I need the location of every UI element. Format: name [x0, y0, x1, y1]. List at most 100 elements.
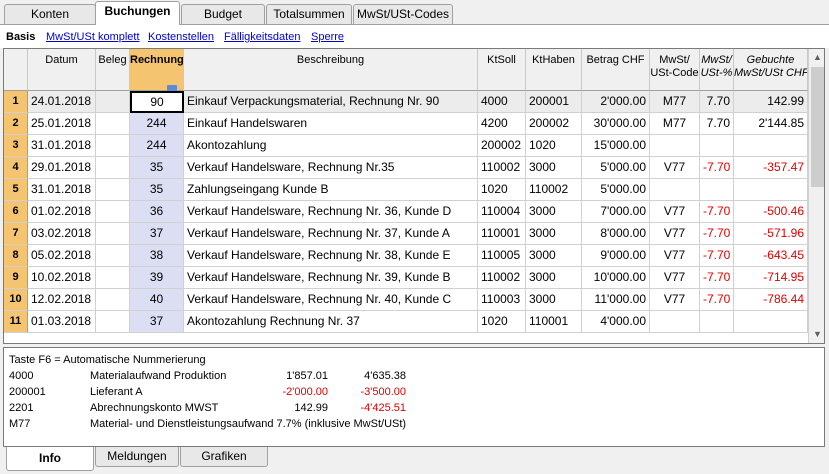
cell-mwst-code[interactable]: V77 [650, 289, 700, 311]
cell-betrag[interactable]: 9'000.00 [582, 245, 650, 267]
cell-mwst-code[interactable]: M77 [650, 91, 700, 113]
tab-mwst-codes[interactable]: MwSt/USt-Codes [353, 4, 453, 24]
cell-rechnung[interactable]: 244 [130, 113, 184, 135]
cell-betrag[interactable]: 30'000.00 [582, 113, 650, 135]
scroll-down-icon[interactable]: ▼ [809, 326, 824, 343]
cell-gebuchte-mwst[interactable] [734, 311, 808, 333]
cell-datum[interactable]: 31.01.2018 [28, 135, 96, 157]
cell-beschreibung[interactable]: Verkauf Handelsware, Rechnung Nr. 37, Ku… [184, 223, 478, 245]
column-header-gebuchte-mwst[interactable]: Gebuchte MwSt/USt CHF [734, 49, 808, 91]
cell-mwst-code[interactable]: V77 [650, 201, 700, 223]
cell-mwst-pct[interactable] [700, 179, 734, 201]
row-number[interactable]: 3 [4, 135, 28, 157]
cell-betrag[interactable]: 15'000.00 [582, 135, 650, 157]
cell-rechnung[interactable]: 35 [130, 179, 184, 201]
cell-kthaben[interactable]: 3000 [526, 157, 582, 179]
row-number[interactable]: 9 [4, 267, 28, 289]
cell-gebuchte-mwst[interactable]: -714.95 [734, 267, 808, 289]
cell-beschreibung[interactable]: Verkauf Handelsware, Rechnung Nr. 38, Ku… [184, 245, 478, 267]
cell-datum[interactable]: 10.02.2018 [28, 267, 96, 289]
cell-datum[interactable]: 25.01.2018 [28, 113, 96, 135]
cell-beschreibung[interactable]: Verkauf Handelsware, Rechnung Nr. 39, Ku… [184, 267, 478, 289]
column-header-datum[interactable]: Datum [28, 49, 96, 91]
cell-betrag[interactable]: 10'000.00 [582, 267, 650, 289]
cell-gebuchte-mwst[interactable]: -357.47 [734, 157, 808, 179]
cell-kthaben[interactable]: 200001 [526, 91, 582, 113]
cell-mwst-code[interactable] [650, 135, 700, 157]
cell-datum[interactable]: 01.03.2018 [28, 311, 96, 333]
cell-kthaben[interactable]: 110001 [526, 311, 582, 333]
cell-beleg[interactable] [96, 91, 130, 113]
cell-beleg[interactable] [96, 289, 130, 311]
cell-ktsoll[interactable]: 110001 [478, 223, 526, 245]
cell-beleg[interactable] [96, 179, 130, 201]
transactions-table[interactable]: Datum Beleg Rechnung Beschreibung KtSoll… [3, 48, 825, 344]
cell-ktsoll[interactable]: 200002 [478, 135, 526, 157]
cell-mwst-pct[interactable] [700, 135, 734, 157]
cell-beleg[interactable] [96, 135, 130, 157]
cell-ktsoll[interactable]: 4200 [478, 113, 526, 135]
row-number[interactable]: 6 [4, 201, 28, 223]
cell-rechnung[interactable]: 39 [130, 267, 184, 289]
tab-buchungen[interactable]: Buchungen [95, 1, 180, 25]
cell-datum[interactable]: 24.01.2018 [28, 91, 96, 113]
cell-betrag[interactable]: 5'000.00 [582, 179, 650, 201]
cell-gebuchte-mwst[interactable] [734, 179, 808, 201]
cell-gebuchte-mwst[interactable]: -786.44 [734, 289, 808, 311]
cell-betrag[interactable]: 2'000.00 [582, 91, 650, 113]
cell-rechnung[interactable]: 37 [130, 311, 184, 333]
column-header-mwst-code[interactable]: MwSt/ USt-Code [650, 49, 700, 91]
cell-mwst-pct[interactable]: -7.70 [700, 289, 734, 311]
cell-betrag[interactable]: 7'000.00 [582, 201, 650, 223]
row-number[interactable]: 4 [4, 157, 28, 179]
tab-totalsummen[interactable]: Totalsummen [266, 4, 352, 24]
cell-betrag[interactable]: 5'000.00 [582, 157, 650, 179]
tab-konten[interactable]: Konten [4, 4, 96, 24]
cell-rechnung[interactable]: 90 [130, 91, 184, 113]
cell-ktsoll[interactable]: 110002 [478, 157, 526, 179]
cell-mwst-pct[interactable]: 7.70 [700, 91, 734, 113]
cell-beleg[interactable] [96, 157, 130, 179]
cell-ktsoll[interactable]: 4000 [478, 91, 526, 113]
vertical-scrollbar[interactable]: ▲ ▼ [808, 49, 824, 343]
view-sperre[interactable]: Sperre [311, 31, 344, 43]
cell-beleg[interactable] [96, 201, 130, 223]
cell-mwst-code[interactable] [650, 179, 700, 201]
cell-rechnung[interactable]: 40 [130, 289, 184, 311]
column-header-ktsoll[interactable]: KtSoll [478, 49, 526, 91]
cell-gebuchte-mwst[interactable]: -571.96 [734, 223, 808, 245]
row-number[interactable]: 5 [4, 179, 28, 201]
cell-mwst-pct[interactable]: 7.70 [700, 113, 734, 135]
cell-mwst-pct[interactable]: -7.70 [700, 267, 734, 289]
scrollbar-thumb[interactable] [811, 67, 824, 187]
cell-beschreibung[interactable]: Einkauf Verpackungsmaterial, Rechnung Nr… [184, 91, 478, 113]
cell-beleg[interactable] [96, 223, 130, 245]
cell-gebuchte-mwst[interactable]: 142.99 [734, 91, 808, 113]
cell-betrag[interactable]: 8'000.00 [582, 223, 650, 245]
row-number[interactable]: 7 [4, 223, 28, 245]
bottom-tab-meldungen[interactable]: Meldungen [95, 447, 179, 467]
cell-betrag[interactable]: 11'000.00 [582, 289, 650, 311]
cell-kthaben[interactable]: 3000 [526, 223, 582, 245]
cell-ktsoll[interactable]: 110002 [478, 267, 526, 289]
cell-mwst-code[interactable] [650, 311, 700, 333]
cell-beleg[interactable] [96, 245, 130, 267]
bottom-tab-info[interactable]: Info [6, 447, 94, 471]
column-header-betrag[interactable]: Betrag CHF [582, 49, 650, 91]
cell-gebuchte-mwst[interactable]: -500.46 [734, 201, 808, 223]
column-header-beschreibung[interactable]: Beschreibung [184, 49, 478, 91]
cell-kthaben[interactable]: 200002 [526, 113, 582, 135]
row-number[interactable]: 11 [4, 311, 28, 333]
row-number[interactable]: 2 [4, 113, 28, 135]
cell-datum[interactable]: 12.02.2018 [28, 289, 96, 311]
cell-beleg[interactable] [96, 113, 130, 135]
cell-mwst-code[interactable]: V77 [650, 223, 700, 245]
cell-beschreibung[interactable]: Zahlungseingang Kunde B [184, 179, 478, 201]
cell-beschreibung[interactable]: Einkauf Handelswaren [184, 113, 478, 135]
cell-datum[interactable]: 29.01.2018 [28, 157, 96, 179]
cell-datum[interactable]: 05.02.2018 [28, 245, 96, 267]
cell-datum[interactable]: 03.02.2018 [28, 223, 96, 245]
scroll-up-icon[interactable]: ▲ [809, 49, 824, 66]
cell-kthaben[interactable]: 1020 [526, 135, 582, 157]
cell-gebuchte-mwst[interactable]: -643.45 [734, 245, 808, 267]
